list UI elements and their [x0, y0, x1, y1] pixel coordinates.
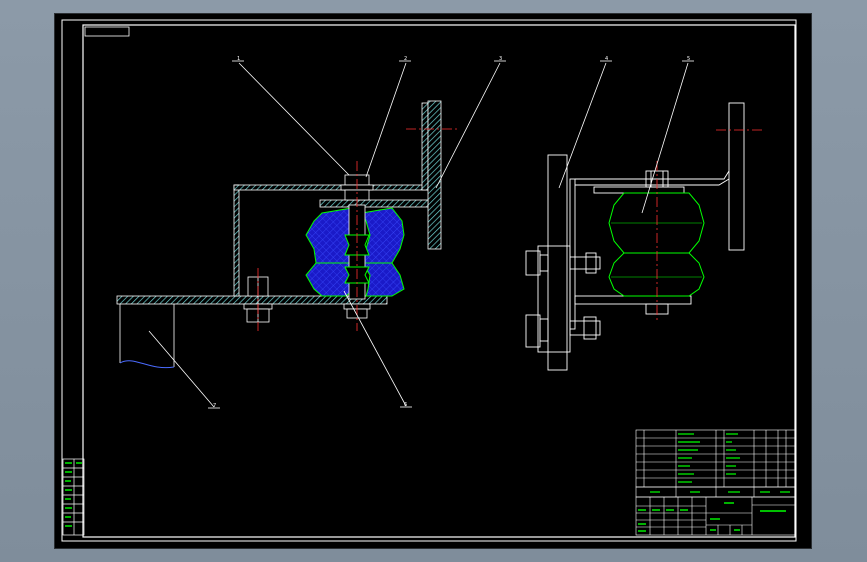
base-plate: [116, 295, 388, 305]
upper-plate: [319, 199, 429, 208]
callout-7: 7: [213, 403, 216, 409]
cad-drawing: 1 2 3 6 7 4 5: [61, 19, 797, 542]
vertical-post: [547, 154, 568, 371]
drawing-viewport[interactable]: 1 2 3 6 7 4 5: [54, 13, 812, 549]
upper-flat-plate: [593, 186, 685, 194]
callout-3: 3: [499, 56, 502, 62]
revision-block: [62, 458, 85, 536]
lower-flat-plate: [574, 295, 692, 305]
callout-2: 2: [404, 56, 407, 62]
side-plate: [537, 245, 571, 353]
title-block: [635, 429, 796, 536]
callout-4: 4: [605, 56, 608, 62]
side-bolts: [525, 250, 601, 348]
callout-1: 1: [237, 56, 240, 62]
rubber-isolator-elevation: [608, 192, 705, 297]
drawing-frame: [61, 19, 797, 542]
wall-bracket: [728, 102, 745, 251]
section-view: 1 2 3 6 7: [116, 56, 506, 409]
callout-5: 5: [687, 56, 690, 62]
support-leg: [119, 304, 175, 369]
callout-6: 6: [404, 402, 407, 408]
center-lines-elevation: [656, 129, 764, 323]
parts-list: [635, 429, 796, 488]
mounting-wall: [427, 100, 442, 250]
elevation-view: 4 5: [525, 56, 764, 371]
